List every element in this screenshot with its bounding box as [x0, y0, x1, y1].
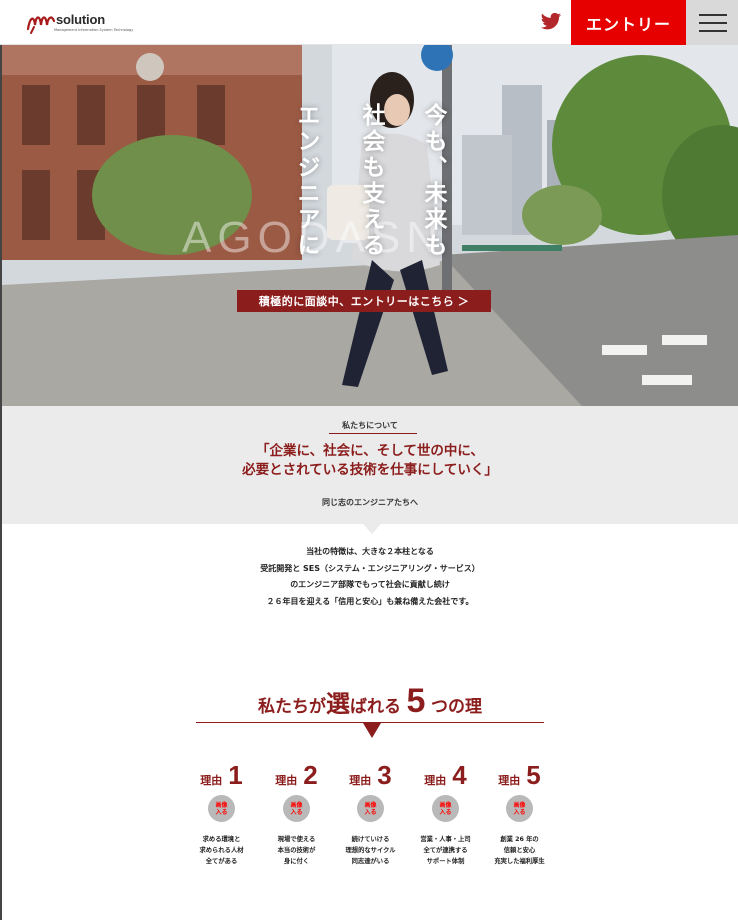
- reason-card-4[interactable]: 理由 4 画像 入る 営業・人事・上司 全てが連携する サポート体制: [408, 760, 483, 867]
- reason-number: 2: [303, 760, 318, 790]
- entry-button[interactable]: エントリー: [571, 0, 686, 45]
- about-section: 私たちについて 「企業に、社会に、そして世の中に、 必要とされている技術を仕事に…: [2, 406, 738, 534]
- menu-bar: [699, 14, 727, 16]
- site-header: solution Management Information System T…: [0, 0, 738, 45]
- reason-description: 求める環境と 求められる人材 全てがある: [199, 836, 244, 865]
- reason-image-placeholder: 画像 入る: [283, 795, 310, 822]
- reason-number: 1: [228, 760, 243, 790]
- reason-number: 3: [377, 760, 392, 790]
- reason-description: 営業・人事・上司 全てが連携する サポート体制: [420, 836, 471, 865]
- reason-label: 理由: [498, 774, 521, 787]
- reason-image-placeholder: 画像 入る: [208, 795, 235, 822]
- logo-tagline: Management Information System Technology: [54, 28, 134, 32]
- reasons-title-number: 5: [406, 682, 426, 720]
- about-subheading: 同じ志のエンジニアたちへ: [322, 498, 418, 507]
- reasons-title-part: 私たちが: [257, 697, 326, 717]
- hero-entry-cta-button[interactable]: 積極的に面談中、エントリーはこちら ＞: [237, 290, 491, 312]
- reason-card-5[interactable]: 理由 5 画像 入る 創業 26 年の 信頼と安心 充実した福利厚生: [482, 760, 557, 867]
- reason-label: 理由: [200, 774, 223, 787]
- company-intro: 当社の特徴は、大きな２本柱となる 受託開発と SES（システム・エンジニアリング…: [2, 544, 738, 610]
- logo-mark-icon: [26, 16, 56, 34]
- reasons-title: 私たちが選ばれる 5 つの理: [196, 682, 544, 721]
- intro-line: のエンジニア部隊でもって社会に貢献し続け: [290, 580, 450, 589]
- reason-heading: 理由 5: [482, 760, 557, 790]
- twitter-icon[interactable]: [540, 12, 562, 32]
- hero-section: 今も、未来も 社会も支える エンジニアに AGODASN 積極的に面談中、エント…: [2, 45, 738, 406]
- intro-line: 当社の特徴は、大きな２本柱となる: [306, 547, 434, 556]
- reason-image-placeholder: 画像 入る: [432, 795, 459, 822]
- reason-number: 4: [452, 760, 467, 790]
- about-headline-line-1: 「企業に、社会に、そして世の中に、: [256, 443, 484, 459]
- reason-description: 現場で使える 本当の技術が 身に付く: [277, 836, 316, 865]
- reason-description: 続けていける 理想的なサイクル 同志達がいる: [345, 836, 396, 865]
- about-headline: 「企業に、社会に、そして世の中に、 必要とされている技術を仕事にしていく」: [2, 442, 738, 480]
- reason-heading: 理由 4: [408, 760, 483, 790]
- reasons-down-arrow-icon: [363, 723, 381, 738]
- intro-line: ２６年目を迎える「信用と安心」も兼ね備えた会社です。: [266, 596, 474, 606]
- reason-label: 理由: [424, 774, 447, 787]
- reason-image-placeholder: 画像 入る: [506, 795, 533, 822]
- reason-card-2[interactable]: 理由 2 画像 入る 現場で使える 本当の技術が 身に付く: [259, 760, 334, 867]
- hero-watermark: AGODASN: [182, 213, 445, 262]
- about-headline-line-2: 必要とされている技術を仕事にしていく」: [242, 462, 498, 478]
- reason-number: 5: [526, 760, 541, 790]
- about-label: 私たちについて: [342, 421, 398, 430]
- menu-bar: [699, 22, 727, 24]
- site-logo[interactable]: solution Management Information System T…: [26, 7, 133, 37]
- logo-wordmark: solution: [56, 12, 105, 27]
- reasons-title-part: ばれる: [349, 697, 401, 717]
- reasons-title-part: 選: [325, 690, 350, 718]
- about-divider: [329, 433, 417, 434]
- reason-card-3[interactable]: 理由 3 画像 入る 続けていける 理想的なサイクル 同志達がいる: [333, 760, 408, 867]
- reason-heading: 理由 1: [184, 760, 259, 790]
- hamburger-menu-icon[interactable]: [686, 0, 738, 45]
- reason-heading: 理由 3: [333, 760, 408, 790]
- reason-heading: 理由 2: [259, 760, 334, 790]
- reason-description: 創業 26 年の 信頼と安心 充実した福利厚生: [494, 836, 545, 865]
- reason-card-1[interactable]: 理由 1 画像 入る 求める環境と 求められる人材 全てがある: [184, 760, 259, 867]
- menu-bar: [699, 30, 727, 32]
- reasons-title-part: つの理: [431, 697, 483, 717]
- intro-line: 受託開発と SES（システム・エンジニアリング・サービス）: [260, 563, 480, 573]
- reason-label: 理由: [275, 774, 298, 787]
- about-down-arrow-icon: [363, 524, 381, 534]
- reason-label: 理由: [349, 774, 372, 787]
- reason-image-placeholder: 画像 入る: [357, 795, 384, 822]
